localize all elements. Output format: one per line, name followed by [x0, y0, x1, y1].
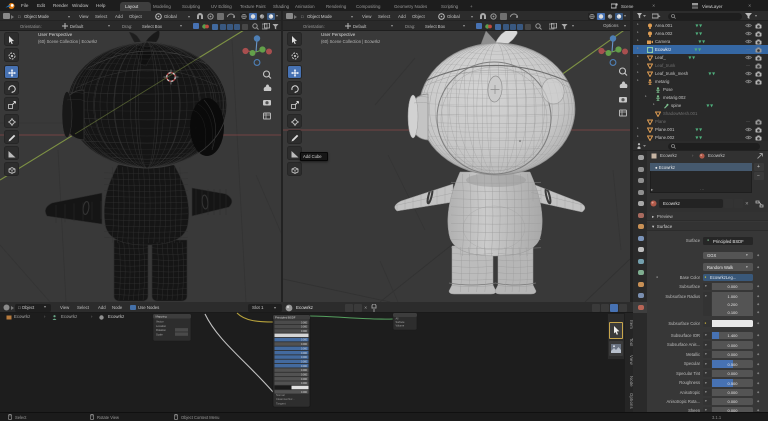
svg-text:Mapping: Mapping: [156, 315, 167, 319]
svg-text:All: All: [396, 317, 399, 321]
svg-text:Principled BSDF: Principled BSDF: [275, 315, 296, 319]
svg-text:0.000: 0.000: [301, 347, 308, 350]
svg-text:0.000: 0.000: [301, 339, 308, 342]
svg-text:0.000: 0.000: [301, 326, 308, 329]
svg-text:Rotation: Rotation: [156, 328, 167, 332]
